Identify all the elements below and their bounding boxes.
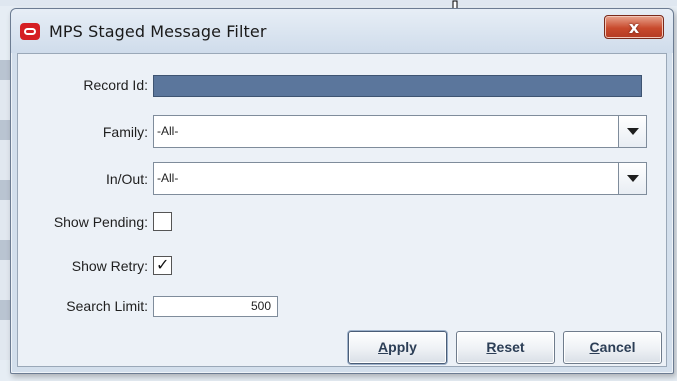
search-limit-input[interactable]: 500 — [153, 296, 278, 317]
reset-label-rest: eset — [496, 339, 525, 355]
apply-mnemonic: A — [378, 339, 389, 355]
in-out-selected-value: -All- — [157, 171, 179, 185]
close-icon: x — [628, 18, 640, 37]
record-id-input[interactable] — [153, 75, 642, 97]
in-out-dropdown[interactable]: -All- — [153, 162, 647, 195]
in-out-dropdown-button[interactable] — [618, 163, 646, 194]
cancel-button[interactable]: Cancel — [563, 331, 662, 364]
search-limit-value: 500 — [250, 299, 271, 313]
apply-label-rest: pply — [388, 339, 417, 355]
oracle-app-icon — [20, 23, 40, 40]
form-panel: Record Id: Family: -All- In/Out: -All- S… — [17, 53, 667, 367]
family-label: Family: — [102, 124, 148, 140]
apply-button[interactable]: Apply — [348, 331, 447, 364]
family-dropdown[interactable]: -All- — [153, 115, 647, 148]
family-selected-value: -All- — [157, 124, 179, 138]
title-bar[interactable]: MPS Staged Message Filter x — [11, 9, 673, 53]
dialog-title: MPS Staged Message Filter — [49, 22, 267, 41]
filter-dialog: MPS Staged Message Filter x Record Id: F… — [10, 8, 674, 374]
cancel-label-rest: ancel — [599, 339, 636, 355]
show-retry-checkbox[interactable]: ✓ — [153, 255, 172, 275]
show-pending-checkbox[interactable] — [153, 212, 172, 231]
cancel-mnemonic: C — [589, 339, 600, 355]
record-id-label: Record Id: — [83, 77, 148, 93]
reset-button[interactable]: Reset — [456, 331, 555, 364]
dropdown-arrow-icon — [627, 175, 639, 182]
show-retry-label: Show Retry: — [71, 258, 148, 274]
close-button[interactable]: x — [604, 15, 664, 39]
reset-mnemonic: R — [486, 339, 497, 355]
search-limit-label: Search Limit: — [66, 298, 148, 314]
family-dropdown-button[interactable] — [618, 116, 646, 147]
dropdown-arrow-icon — [627, 128, 639, 135]
show-pending-label: Show Pending: — [53, 214, 148, 230]
checkmark-icon: ✓ — [156, 255, 170, 274]
in-out-label: In/Out: — [105, 171, 148, 187]
